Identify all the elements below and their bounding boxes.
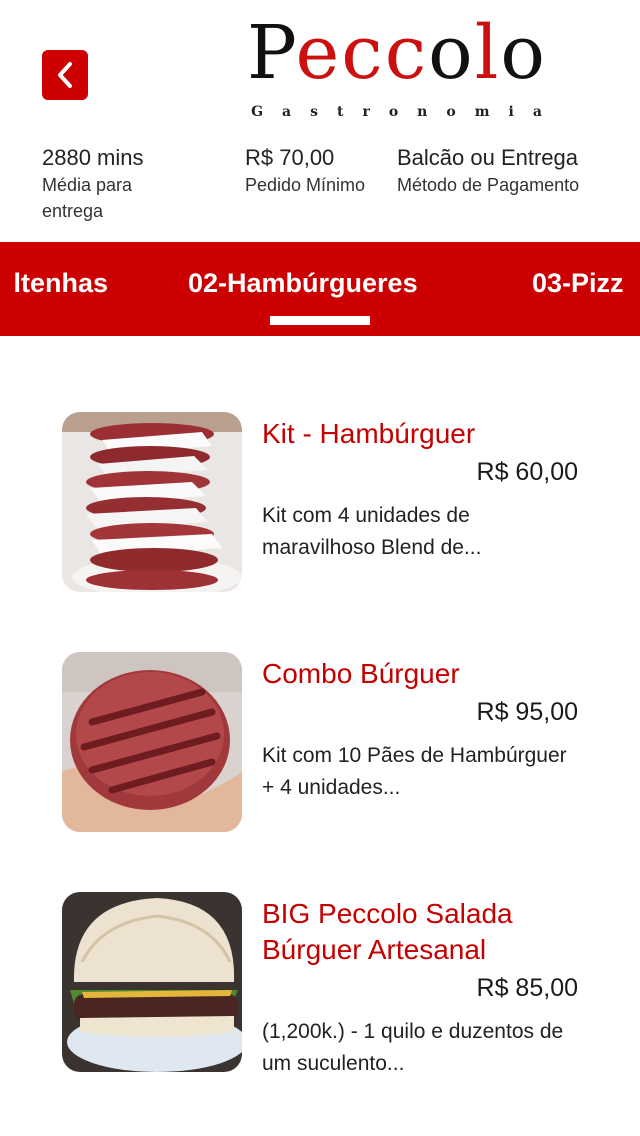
item-image <box>62 412 242 592</box>
chevron-left-icon <box>58 62 72 88</box>
item-title: Combo Búrguer <box>262 658 460 689</box>
active-tab-indicator <box>270 316 370 325</box>
item-image <box>62 892 242 1072</box>
payment-method-label: Método de Pagamento <box>397 175 580 195</box>
back-button[interactable] <box>42 50 88 100</box>
tab-empanadas[interactable]: ltenhas <box>13 268 108 299</box>
delivery-time-info: 2880 mins Média para entrega <box>42 144 192 224</box>
minimum-order-label: Pedido Mínimo <box>245 175 366 195</box>
item-price: R$ 60,00 <box>476 458 578 486</box>
logo-text: Peccolo <box>247 10 547 96</box>
brand-logo: Peccolo Gastronomia <box>232 8 562 128</box>
minimum-order-value: R$ 70,00 <box>245 145 335 170</box>
delivery-time-value: 2880 mins <box>42 145 144 170</box>
item-description: Kit com 10 Pães de Hambúrguer + 4 unidad… <box>262 744 567 799</box>
item-title: BIG Peccolo Salada Búrguer Artesanal <box>262 898 513 965</box>
menu-item-combo-burguer[interactable]: Combo Búrguer R$ 95,00 Kit com 10 Pães d… <box>62 652 582 832</box>
item-title: Kit - Hambúrguer <box>262 418 476 449</box>
delivery-time-label: Média para entrega <box>42 175 133 221</box>
logo-subtitle: Gastronomia <box>251 104 561 120</box>
tab-hamburgueres[interactable]: 02-Hambúrgueres <box>188 268 418 299</box>
item-description: Kit com 4 unidades de maravilhoso Blend … <box>262 504 482 559</box>
item-price: R$ 85,00 <box>476 974 578 1002</box>
payment-method-value: Balcão ou Entrega <box>397 145 579 170</box>
menu-item-big-peccolo-salada[interactable]: BIG Peccolo Salada Búrguer Artesanal R$ … <box>62 892 582 1075</box>
category-tabs: ltenhas 02-Hambúrgueres 03-Pizz <box>0 242 640 336</box>
item-description: (1,200k.) - 1 quilo e duzentos de um suc… <box>262 1020 564 1075</box>
menu-item-kit-hamburguer[interactable]: Kit - Hambúrguer R$ 60,00 Kit com 4 unid… <box>62 412 582 592</box>
item-image <box>62 652 242 832</box>
minimum-order-info: R$ 70,00 Pedido Mínimo <box>245 144 385 198</box>
payment-method-info: Balcão ou Entrega Método de Pagamento <box>397 144 637 198</box>
item-price: R$ 95,00 <box>476 698 578 726</box>
tab-pizzas[interactable]: 03-Pizz <box>532 268 624 299</box>
